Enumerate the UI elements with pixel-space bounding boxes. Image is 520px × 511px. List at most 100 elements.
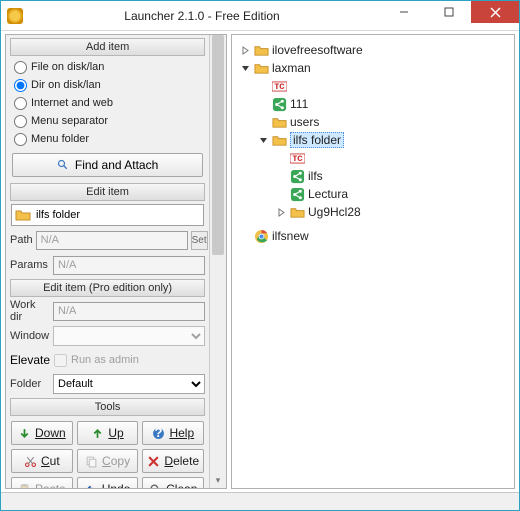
params-row: Params [10,254,205,276]
path-input [36,231,188,250]
delete-icon [147,455,160,468]
svg-text:?: ? [155,427,163,440]
radio-internet[interactable]: Internet and web [10,94,205,112]
chrome-icon [254,229,269,244]
window-controls [381,1,519,23]
tree-node-label: ilfsnew [272,229,309,243]
path-label: Path [10,234,33,246]
undo-button[interactable]: Undo [77,477,139,488]
folder-select[interactable]: Default [53,374,205,394]
tree-node[interactable]: ilfs [236,167,510,185]
clean-label: Clean [166,482,197,488]
radio-folder-label: Menu folder [31,133,89,145]
delete-button[interactable]: Delete [142,449,204,473]
radio-separator-label: Menu separator [31,115,108,127]
run-admin-label: Run as admin [71,354,139,366]
copy-button[interactable]: Copy [77,449,139,473]
folder-icon [290,205,305,220]
tree-node-label: 111 [290,97,308,111]
down-arrow-icon [18,427,31,440]
radio-separator[interactable]: Menu separator [10,112,205,130]
share-icon [290,187,305,202]
window-select [53,326,205,346]
help-label: Help [169,426,194,440]
left-scrollbar[interactable]: ▾ [209,35,226,488]
collapse-icon[interactable] [258,135,269,146]
radio-internet-input[interactable] [14,97,27,110]
tree-node-label: laxman [272,61,311,75]
clean-button[interactable]: Clean [142,477,204,488]
scissors-icon [24,455,37,468]
window-row: Window [10,325,205,347]
help-button[interactable]: ? Help [142,421,204,445]
name-field-wrap[interactable] [11,204,204,226]
folder-row: Folder Default [10,373,205,395]
radio-file-label: File on disk/lan [31,61,104,73]
paste-button[interactable]: Paste [11,477,73,488]
svg-text:тс: тс [292,153,303,164]
radio-folder-input[interactable] [14,133,27,146]
scrollbar-thumb[interactable] [212,35,224,255]
find-attach-button[interactable]: Find and Attach [12,153,203,177]
tree-node-label: Ug9Hcl28 [308,205,361,219]
radio-file-input[interactable] [14,61,27,74]
radio-dir-input[interactable] [14,79,27,92]
window-title: Launcher 2.1.0 - Free Edition [23,9,381,23]
tree-node-label: ilovefreesoftware [272,43,363,57]
tree-pane[interactable]: ilovefreesoftware laxman тс 111 usersilfs fo… [231,34,515,489]
tree-node[interactable]: ilfs folder [236,131,510,149]
minimize-button[interactable] [381,1,426,23]
tree-node[interactable]: тс [236,77,510,95]
tree-node[interactable]: users [236,113,510,131]
radio-separator-input[interactable] [14,115,27,128]
folder-tree[interactable]: ilovefreesoftware laxman тс 111 usersilfs fo… [236,41,510,245]
maximize-button[interactable] [426,1,471,23]
workdir-label: Work dir [10,299,50,323]
find-attach-label: Find and Attach [75,158,158,172]
tree-node[interactable]: ilfsnew [236,227,510,245]
undo-icon [85,483,98,489]
titlebar[interactable]: Launcher 2.1.0 - Free Edition [1,1,519,31]
radio-dir[interactable]: Dir on disk/lan [10,76,205,94]
run-admin-checkbox [54,354,67,367]
tree-node[interactable]: Lectura [236,185,510,203]
status-bar [1,492,519,510]
workdir-input [53,302,205,321]
params-label: Params [10,259,50,271]
content-area: Add item File on disk/lan Dir on disk/la… [1,31,519,492]
tree-node[interactable]: ilovefreesoftware [236,41,510,59]
radio-folder[interactable]: Menu folder [10,130,205,148]
section-add-item: Add item [10,38,205,56]
paste-icon [18,483,31,489]
down-button[interactable]: Down [11,421,73,445]
section-edit-pro: Edit item (Pro edition only) [10,279,205,297]
tools-grid: Down Up ? Help Cut Copy Delete Paste Undo… [11,421,204,488]
workdir-row: Work dir [10,300,205,322]
add-item-options: File on disk/lan Dir on disk/lan Interne… [10,58,205,148]
params-input [53,256,205,275]
left-panel: Add item File on disk/lan Dir on disk/la… [6,35,209,488]
undo-label: Undo [102,482,131,488]
radio-dir-label: Dir on disk/lan [31,79,101,91]
radio-file[interactable]: File on disk/lan [10,58,205,76]
close-button[interactable] [471,1,519,23]
tree-node[interactable]: laxman [236,59,510,77]
elevate-label: Elevate [10,353,50,367]
tree-node[interactable]: Ug9Hcl28 [236,203,510,221]
clean-icon [149,483,162,489]
tree-node[interactable]: тс [236,149,510,167]
name-input[interactable] [34,206,203,224]
set-button[interactable]: Set [191,231,208,250]
expand-icon[interactable] [276,207,287,218]
app-icon [7,8,23,24]
svg-text:тс: тс [274,81,285,92]
expand-icon[interactable] [240,45,251,56]
collapse-icon[interactable] [240,63,251,74]
scroll-down-icon[interactable]: ▾ [210,475,226,486]
up-button[interactable]: Up [77,421,139,445]
radio-internet-label: Internet and web [31,97,113,109]
folder-icon [254,43,269,58]
tree-node[interactable]: 111 [236,95,510,113]
window-label: Window [10,330,50,342]
cut-button[interactable]: Cut [11,449,73,473]
